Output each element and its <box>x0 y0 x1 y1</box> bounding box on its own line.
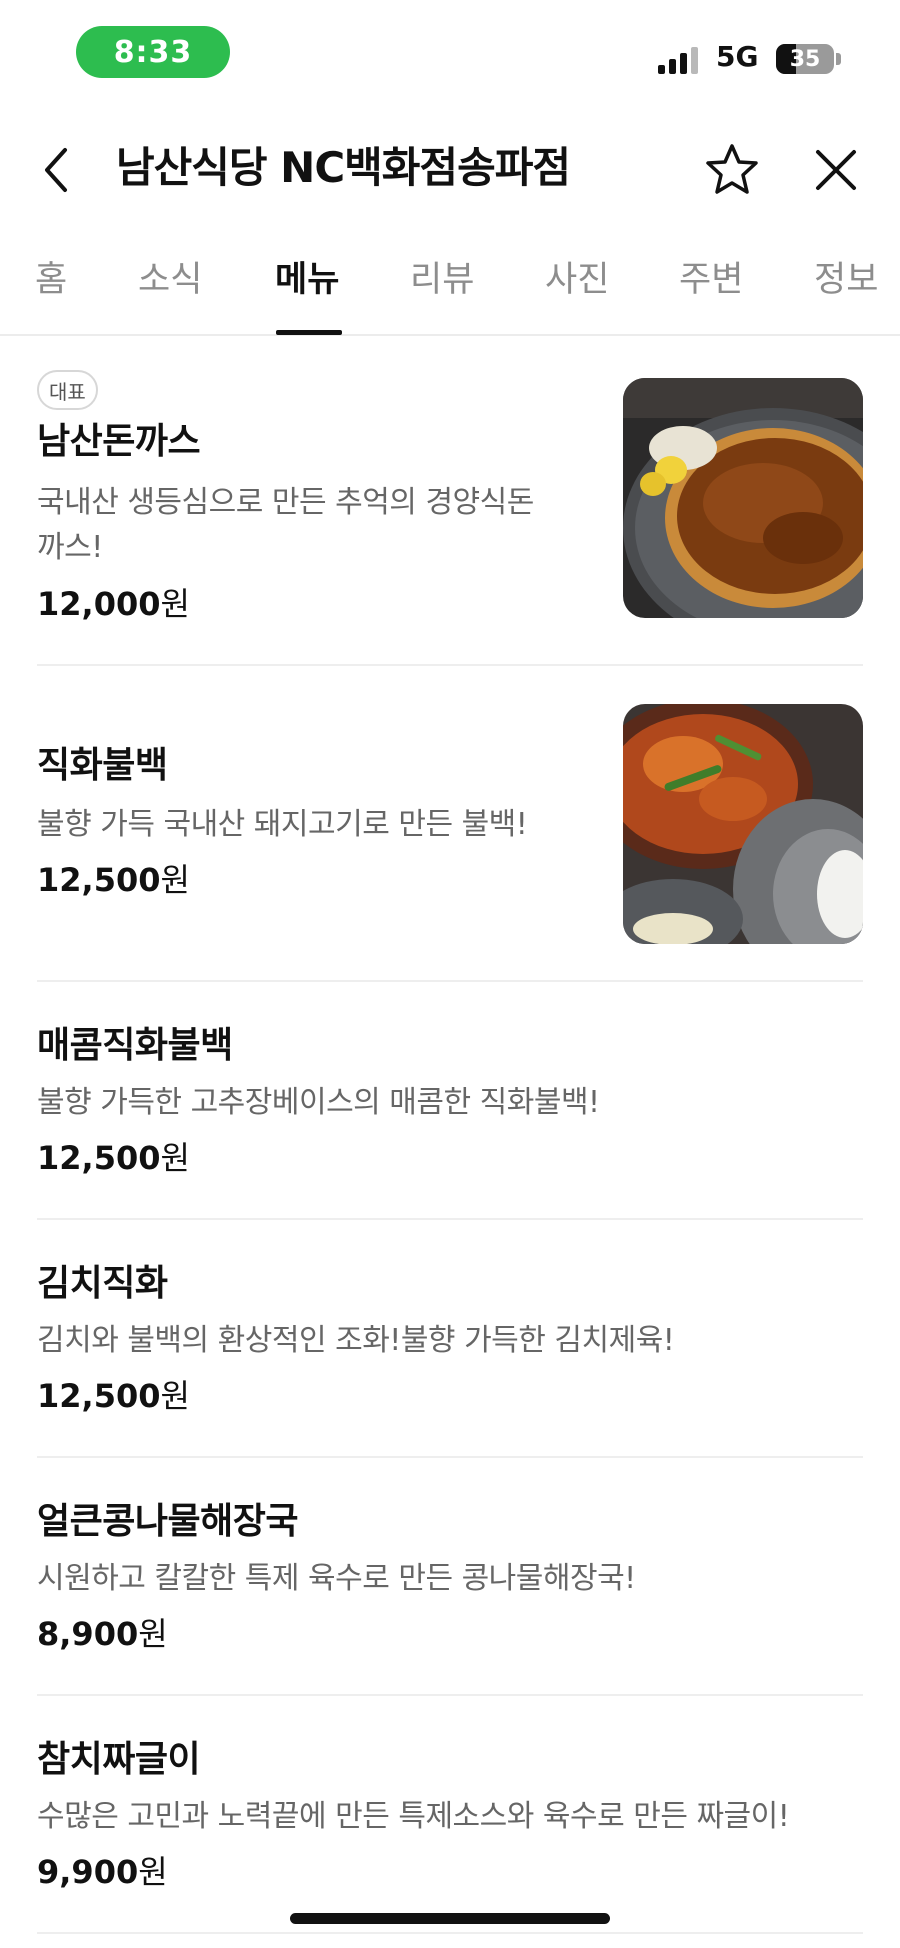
signature-badge: 대표 <box>37 370 98 410</box>
menu-item[interactable]: 직화불백 불향 가득 국내산 돼지고기로 만든 불백! 12,500원 <box>37 666 863 982</box>
menu-item-price: 12,500원 <box>37 861 190 899</box>
home-indicator[interactable] <box>290 1913 610 1924</box>
status-bar: 8:33 5G 35 <box>0 0 900 100</box>
menu-item-name: 참치짜글이 <box>37 1739 201 1780</box>
menu-item-name: 직화불백 <box>37 745 168 786</box>
close-icon <box>816 150 856 190</box>
menu-item-description: 국내산 생등심으로 만든 추억의 경양식돈 까스! <box>37 485 534 565</box>
tab-bar: 홈 소식 메뉴 리뷰 사진 주변 정보 <box>0 236 900 336</box>
menu-item-description: 불향 가득한 고추장베이스의 매콤한 직화불백! <box>37 1085 600 1120</box>
pork-cutlet-photo <box>623 378 863 618</box>
menu-item[interactable]: 김치직화 김치와 불백의 환상적인 조화!불향 가득한 김치제육! 12,500… <box>37 1220 863 1458</box>
menu-item[interactable]: 얼큰콩나물해장국 시원하고 칼칼한 특제 육수로 만든 콩나물해장국! 8,90… <box>37 1458 863 1696</box>
back-button[interactable] <box>30 142 82 198</box>
menu-item-description: 김치와 불백의 환상적인 조화!불향 가득한 김치제육! <box>37 1323 675 1358</box>
menu-item[interactable]: 매콤직화불백 불향 가득한 고추장베이스의 매콤한 직화불백! 12,500원 <box>37 982 863 1220</box>
menu-item-price: 12,000원 <box>37 585 190 623</box>
active-tab-indicator <box>276 330 342 335</box>
cellular-signal-icon <box>658 46 702 74</box>
tab-menu[interactable]: 메뉴 <box>275 256 339 304</box>
page-title: 남산식당 NC백화점송파점 <box>116 143 571 192</box>
star-outline-icon <box>706 144 758 194</box>
menu-item-name: 남산돈까스 <box>37 421 201 462</box>
menu-item-price: 12,500원 <box>37 1377 190 1415</box>
menu-item-description: 불향 가득 국내산 돼지고기로 만든 불백! <box>37 807 528 842</box>
battery-percent: 35 <box>789 46 821 72</box>
battery-icon: 35 <box>776 44 834 74</box>
menu-item-description: 수많은 고민과 노력끝에 만든 특제소스와 육수로 만든 짜글이! <box>37 1799 790 1834</box>
network-type: 5G <box>716 40 759 73</box>
menu-item-price: 9,900원 <box>37 1853 168 1891</box>
menu-item-description: 시원하고 칼칼한 특제 육수로 만든 콩나물해장국! <box>37 1561 636 1596</box>
tab-nearby[interactable]: 주변 <box>679 256 743 304</box>
place-header: 남산식당 NC백화점송파점 <box>0 120 900 220</box>
favorite-button[interactable] <box>700 138 764 202</box>
menu-item-photo[interactable] <box>623 704 863 944</box>
menu-item[interactable]: 대표 남산돈까스 국내산 생등심으로 만든 추억의 경양식돈 까스! 12,00… <box>37 370 863 666</box>
menu-item-name: 얼큰콩나물해장국 <box>37 1501 298 1542</box>
status-time: 8:33 <box>76 26 230 78</box>
chevron-left-icon <box>45 148 67 192</box>
tab-home[interactable]: 홈 <box>35 256 67 304</box>
menu-item-name: 김치직화 <box>37 1263 168 1304</box>
menu-item[interactable]: 참치짜글이 수많은 고민과 노력끝에 만든 특제소스와 육수로 만든 짜글이! … <box>37 1696 863 1934</box>
menu-item-price: 12,500원 <box>37 1139 190 1177</box>
menu-item-name: 매콤직화불백 <box>37 1025 233 1066</box>
tab-info[interactable]: 정보 <box>814 256 878 304</box>
tab-news[interactable]: 소식 <box>138 256 202 304</box>
tab-photos[interactable]: 사진 <box>545 256 609 304</box>
grilled-pork-photo <box>623 704 863 944</box>
close-button[interactable] <box>806 140 866 200</box>
battery-tip <box>836 53 841 65</box>
menu-item-photo[interactable] <box>623 378 863 618</box>
menu-item-price: 8,900원 <box>37 1615 168 1653</box>
tab-reviews[interactable]: 리뷰 <box>410 256 474 304</box>
